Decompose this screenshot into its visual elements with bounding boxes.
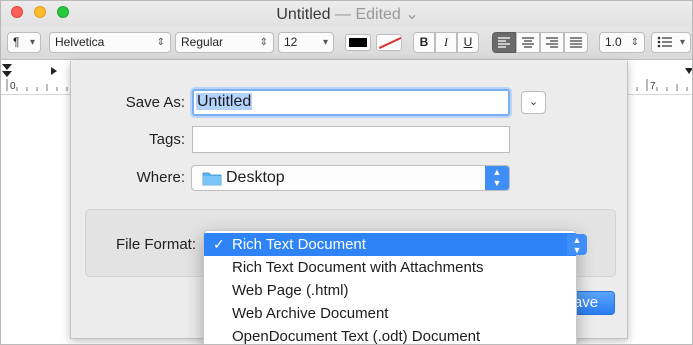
ruler-label-0: 0 (10, 81, 16, 92)
save-as-label: Save As: (125, 94, 185, 111)
where-value: Desktop (226, 169, 285, 186)
edited-indicator: — Edited (335, 6, 401, 23)
where-popup[interactable]: Desktop (191, 165, 510, 191)
textedit-window: Untitled — Edited ⌄ ¶ ▾ Helvetica ⇕ Regu… (0, 0, 693, 345)
tags-field[interactable] (192, 126, 510, 153)
background-color-well[interactable] (376, 34, 402, 51)
menu-item-label: Web Page (.html) (232, 282, 349, 299)
save-as-value: Untitled (196, 93, 253, 110)
updown-chevron-icon[interactable]: ▲ ▼ (485, 166, 509, 190)
document-title[interactable]: Untitled — Edited ⌄ (1, 4, 692, 24)
menu-item-rich-text-with-attachments[interactable]: Rich Text Document with Attachments (204, 256, 576, 279)
updown-chevron-icon[interactable]: ▲ ▼ (567, 234, 587, 255)
italic-button[interactable]: I (435, 32, 457, 53)
ruler-label-7: 7 (650, 81, 656, 92)
format-toolbar: ¶ ▾ Helvetica ⇕ Regular ⇕ 12 ▾ B I U 1.0… (1, 27, 692, 60)
menu-item-label: Rich Text Document (232, 236, 366, 253)
expand-dialog-button[interactable]: ⌄ (521, 91, 546, 114)
chevron-down-icon: ▾ (679, 37, 685, 48)
menu-item-web-archive[interactable]: Web Archive Document (204, 302, 576, 325)
menu-item-web-page[interactable]: Web Page (.html) (204, 279, 576, 302)
document-name: Untitled (276, 6, 331, 23)
underline-button[interactable]: U (457, 32, 479, 53)
first-line-indent-marker (2, 64, 12, 70)
where-label: Where: (136, 169, 185, 186)
list-bullets-icon (657, 36, 672, 48)
title-bar: Untitled — Edited ⌄ (1, 1, 692, 27)
menu-item-label: OpenDocument Text (.odt) Document (232, 328, 481, 345)
folder-icon (202, 172, 222, 186)
align-justify-icon (570, 37, 582, 48)
chevron-down-icon: ⌄ (405, 6, 419, 23)
tab-stop-marker (51, 67, 57, 75)
updown-chevron-icon: ⇕ (156, 37, 165, 48)
font-family-value: Helvetica (55, 35, 105, 49)
text-color-well[interactable] (345, 34, 371, 51)
align-right-button[interactable] (540, 32, 564, 53)
menu-item-label: Web Archive Document (232, 305, 389, 322)
align-right-icon (546, 37, 558, 48)
right-indent-marker (685, 68, 692, 74)
menu-item-opendocument-text[interactable]: OpenDocument Text (.odt) Document (204, 325, 576, 345)
align-left-button[interactable] (492, 32, 516, 53)
save-as-field[interactable]: Untitled (192, 89, 510, 116)
paragraph-icon: ¶ (13, 35, 20, 49)
list-style-popup[interactable]: ▾ (651, 32, 691, 53)
align-justify-button[interactable] (564, 32, 588, 53)
line-spacing-value: 1.0 (605, 35, 622, 49)
font-size-combo[interactable]: 12 ▾ (278, 32, 334, 53)
menu-item-label: Rich Text Document with Attachments (232, 259, 484, 276)
menu-item-rich-text-document[interactable]: ✓ Rich Text Document (204, 233, 576, 256)
typeface-value: Regular (181, 35, 224, 49)
updown-chevron-icon: ⇕ (259, 37, 268, 48)
checkmark-icon: ✓ (213, 236, 225, 252)
chevron-down-icon: ▾ (322, 37, 328, 48)
tags-label: Tags: (149, 131, 185, 148)
updown-chevron-icon: ⇕ (630, 37, 639, 48)
file-format-menu: ✓ Rich Text Document Rich Text Document … (203, 230, 577, 345)
typeface-popup[interactable]: Regular ⇕ (175, 32, 274, 53)
align-center-icon (522, 37, 534, 48)
font-family-popup[interactable]: Helvetica ⇕ (49, 32, 171, 53)
chevron-down-icon: ▾ (29, 37, 35, 48)
bold-button[interactable]: B (413, 32, 435, 53)
line-spacing-popup[interactable]: 1.0 ⇕ (599, 32, 645, 53)
chevron-down-icon: ⌄ (528, 96, 539, 108)
align-center-button[interactable] (516, 32, 540, 53)
font-size-value: 12 (284, 35, 298, 49)
left-indent-marker (2, 71, 12, 77)
paragraph-style-popup[interactable]: ¶ ▾ (7, 32, 41, 53)
align-left-icon (498, 37, 510, 48)
